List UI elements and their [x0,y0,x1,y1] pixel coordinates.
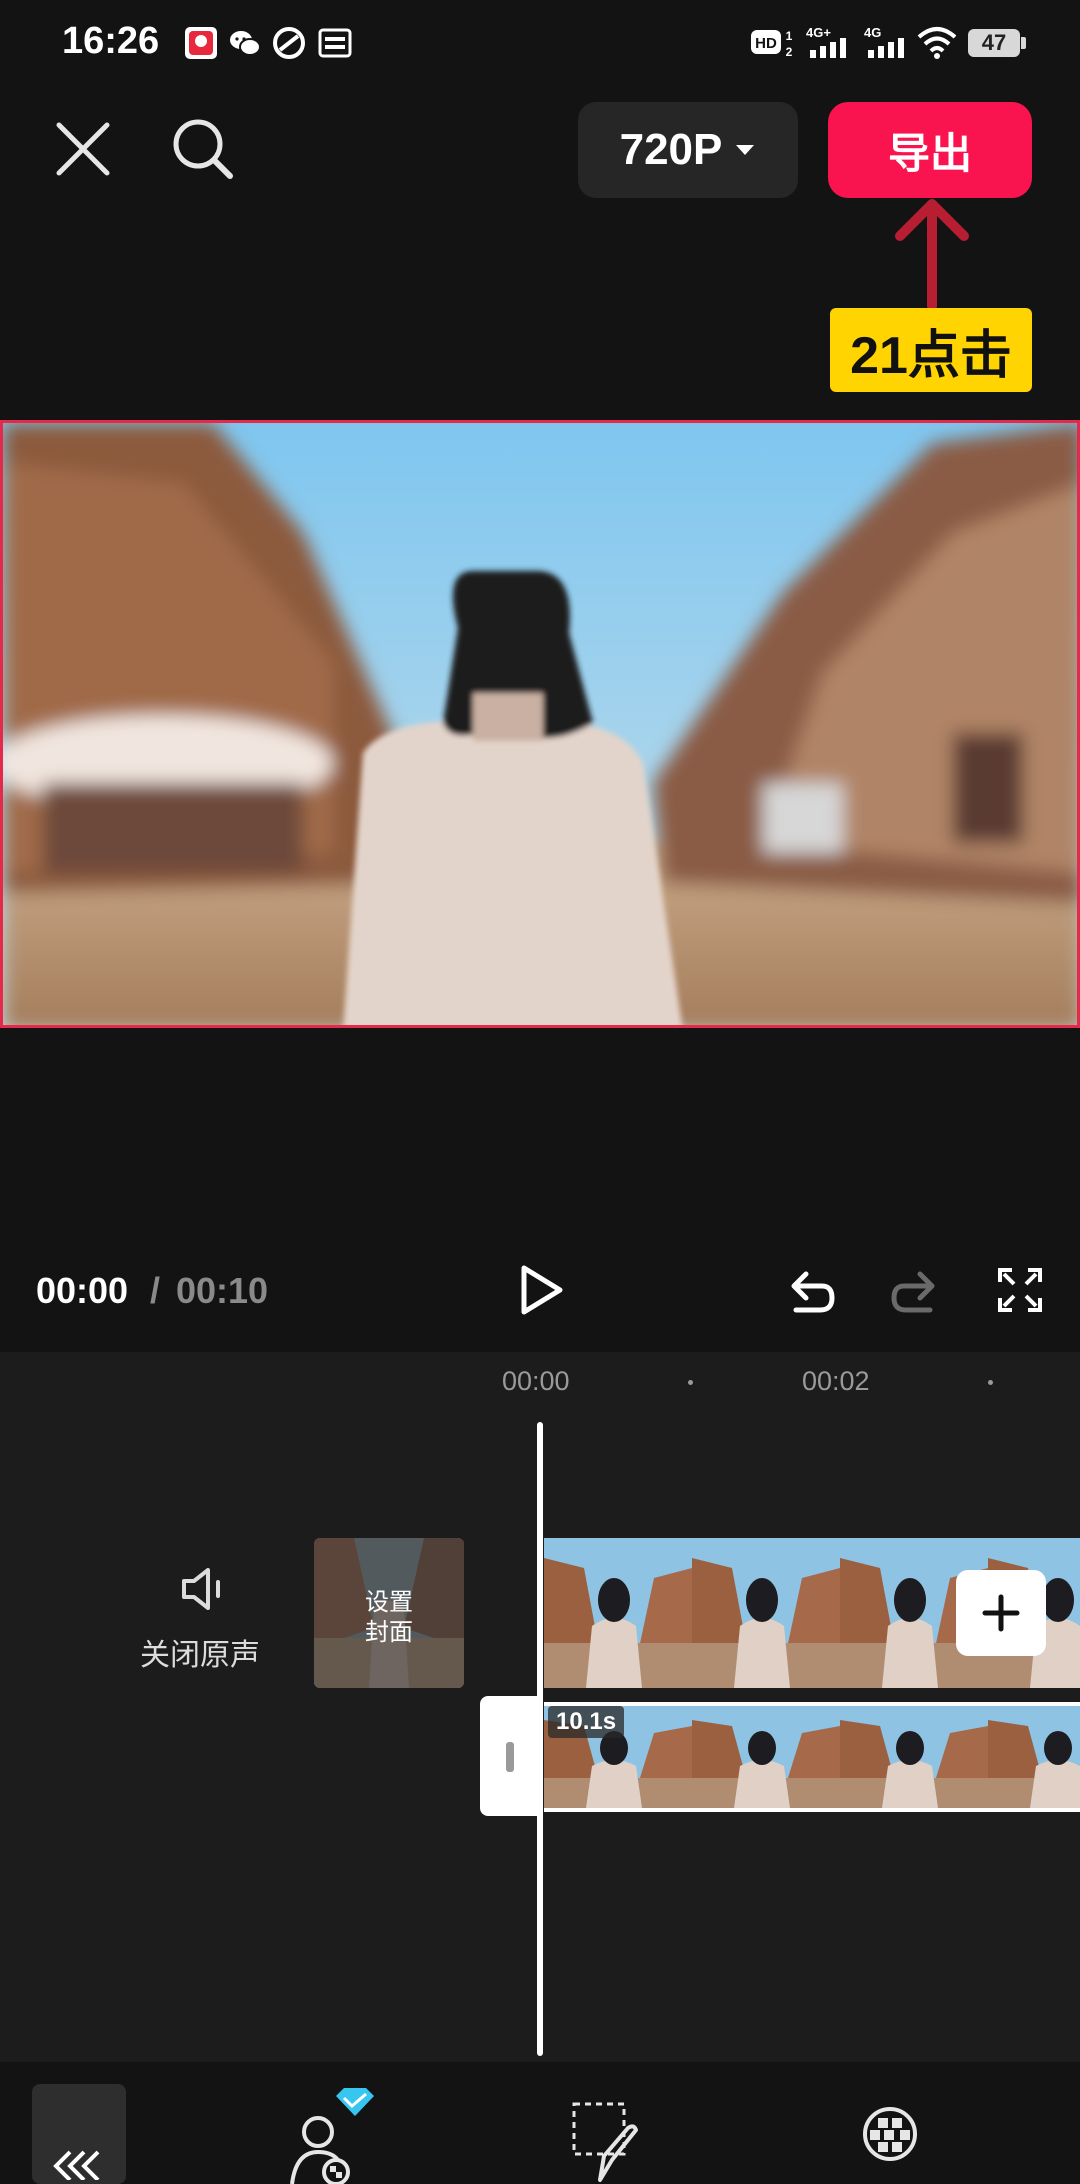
fullscreen-icon[interactable] [996,1266,1044,1314]
annotation-label: 21点击 [830,308,1032,392]
crop-edit-icon[interactable] [570,2100,640,2184]
export-label: 导出 [887,129,972,177]
ruler-label: 00:00 [502,1366,570,1396]
svg-text:1: 1 [786,29,793,43]
export-button[interactable]: 导出 [828,102,1032,198]
ruler-tick [988,1380,993,1385]
speaker-icon[interactable] [180,1566,230,1612]
news-app-icon [318,28,352,58]
current-time: 00:00 [36,1270,129,1311]
close-icon[interactable] [54,120,112,178]
clip-frames [544,1706,1080,1808]
video-frame-image [3,423,1077,1025]
link-app-icon [273,27,305,59]
svg-text:4G: 4G [864,25,881,40]
set-cover-label: 设置 封面 [365,1589,413,1646]
time-separator: / [150,1270,161,1311]
redo-icon[interactable] [890,1264,942,1316]
trim-handle-grip-icon [506,1742,514,1772]
add-clip-button[interactable] [956,1570,1046,1656]
ruler-tick [688,1380,693,1385]
resolution-label: 720P [619,125,723,174]
status-time: 16:26 [62,20,160,62]
plus-icon [982,1594,1020,1632]
svg-text:HD: HD [755,35,777,52]
resolution-dropdown[interactable]: 720P [578,102,798,198]
svg-text:2: 2 [786,45,793,59]
video-track-selected[interactable] [544,1702,1080,1812]
ruler-label: 00:02 [802,1366,870,1396]
annotation-arrow-icon [895,199,969,311]
wifi-icon [917,27,957,59]
video-preview[interactable] [0,420,1080,1028]
svg-text:4G+: 4G+ [806,25,831,40]
clip-duration-badge: 10.1s [548,1706,625,1738]
battery-icon [1021,37,1026,49]
wechat-icon [230,31,261,56]
playhead[interactable] [537,1422,543,2056]
person-cutout-icon[interactable] [282,2086,378,2184]
double-chevron-left-icon [53,2150,100,2180]
4g-signal-icon: 4G+ [806,25,846,58]
mute-original-audio-label[interactable]: 关闭原声 [140,1630,260,1674]
total-time: 00:10 [176,1270,269,1311]
4g-signal-icon: 4G [864,25,904,58]
play-icon[interactable] [518,1264,566,1316]
undo-icon[interactable] [784,1264,836,1316]
search-icon[interactable] [170,116,236,182]
caret-down-icon [736,145,755,155]
battery-level: 47 [968,29,1020,57]
filter-effects-icon[interactable] [860,2104,920,2184]
app-notification-icon [185,27,217,59]
hd-voice-icon: HD 1 2 [751,29,793,59]
collapse-toolbar-button[interactable] [32,2084,126,2184]
